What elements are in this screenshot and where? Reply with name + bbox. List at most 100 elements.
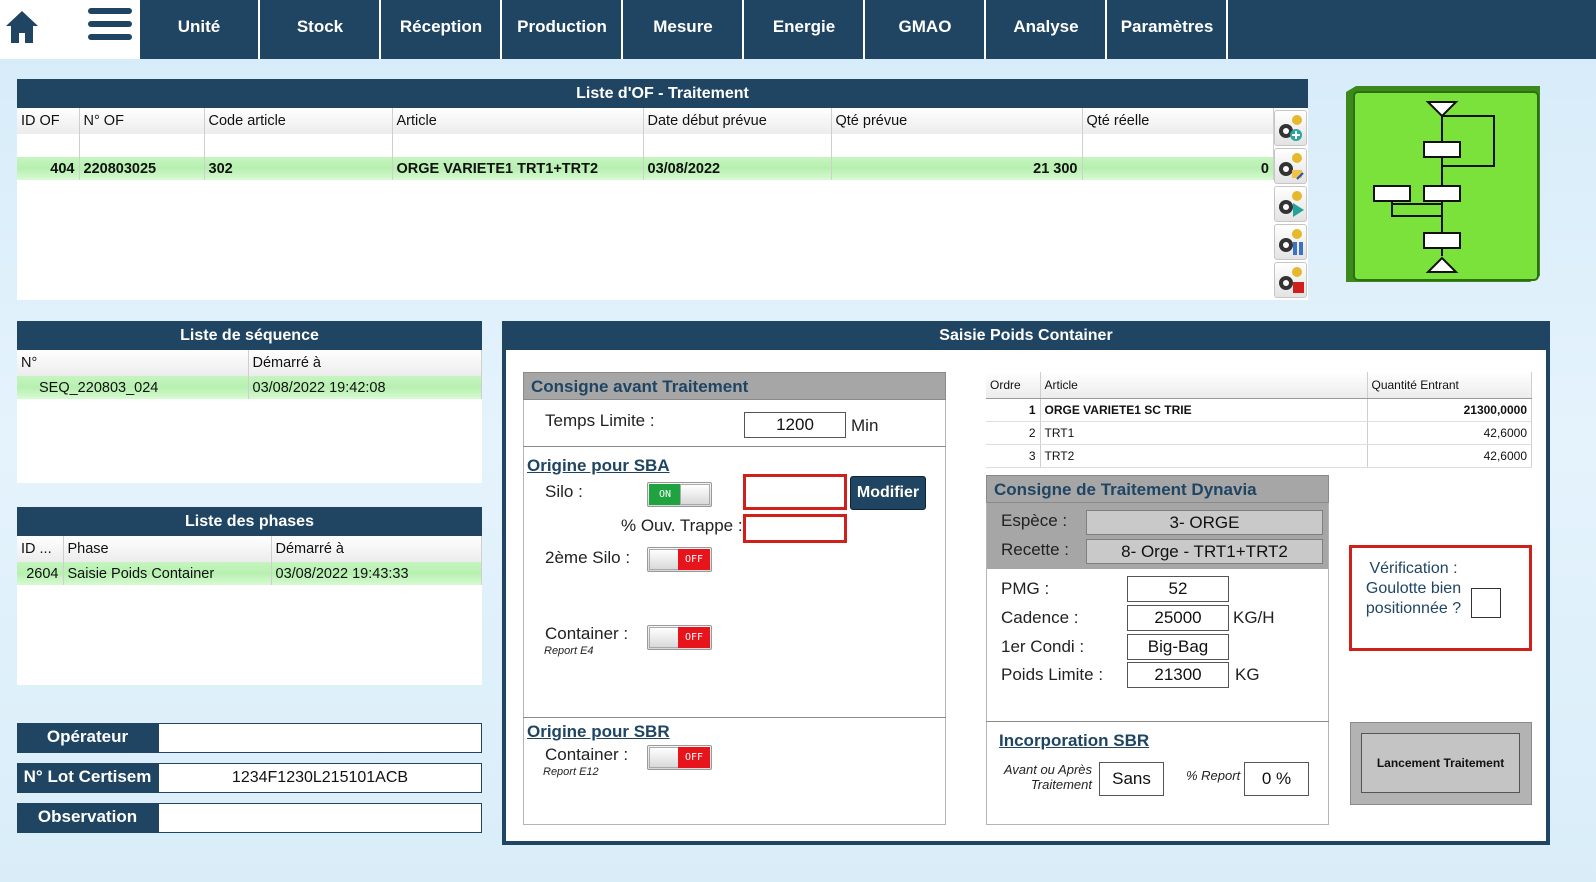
lot-field[interactable]: 1234F1230L215101ACB bbox=[158, 763, 482, 793]
cell-seq-start: 03/08/2022 19:42:08 bbox=[248, 376, 482, 399]
poids-limite-input[interactable]: 21300 bbox=[1127, 662, 1229, 688]
table-row[interactable]: 2 TRT1 42,6000 bbox=[986, 421, 1532, 445]
of-list-panel: Liste d'OF - Traitement ID OF N° OF Code… bbox=[17, 79, 1308, 300]
table-row[interactable]: 1 ORGE VARIETE1 SC TRIE 21300,0000 bbox=[986, 398, 1532, 422]
col-date-debut[interactable]: Date début prévue bbox=[643, 108, 832, 134]
container-sba-toggle-state: OFF bbox=[678, 627, 710, 648]
gear-play-icon[interactable] bbox=[1274, 186, 1307, 222]
col-num-of[interactable]: N° OF bbox=[79, 108, 205, 134]
col-qte-prevue[interactable]: Qté prévue bbox=[831, 108, 1083, 134]
avant-apres-label: Avant ou Après Traitement bbox=[990, 762, 1092, 792]
saisie-title: Saisie Poids Container bbox=[502, 321, 1550, 350]
silo2-label: 2ème Silo : bbox=[545, 548, 631, 567]
col-phase-start[interactable]: Démarré à bbox=[271, 536, 482, 562]
poids-limite-unit: KG bbox=[1235, 665, 1260, 684]
col-ordre[interactable]: Ordre bbox=[986, 372, 1041, 399]
silo-label: Silo : bbox=[545, 482, 583, 501]
cell-qte-entrant: 42,6000 bbox=[1367, 444, 1532, 468]
col-phase-id[interactable]: ID ... bbox=[17, 536, 64, 562]
launch-treatment-button[interactable]: Lancement Traitement bbox=[1361, 733, 1520, 793]
cell-ordre: 1 bbox=[986, 398, 1041, 422]
dynavia-title: Consigne de Traitement Dynavia bbox=[986, 475, 1329, 503]
gear-add-icon[interactable] bbox=[1274, 110, 1307, 146]
verification-label-line2: Goulotte bien bbox=[1365, 580, 1462, 597]
menu-stock[interactable]: Stock bbox=[261, 0, 381, 59]
cell-id: 404 bbox=[17, 157, 80, 180]
consigne-avant-title: Consigne avant Traitement bbox=[523, 372, 946, 400]
origine-sbr-title: Origine pour SBR bbox=[527, 722, 670, 741]
trappe-input[interactable] bbox=[743, 514, 847, 543]
verification-checkbox[interactable] bbox=[1471, 588, 1501, 618]
verification-label-line1: Vérification : bbox=[1369, 560, 1458, 577]
col-seq-num[interactable]: N° bbox=[17, 350, 249, 376]
container-sba-toggle[interactable]: OFF bbox=[647, 625, 712, 650]
gear-stop-icon[interactable] bbox=[1274, 262, 1307, 298]
espece-field[interactable]: 3- ORGE bbox=[1086, 510, 1323, 535]
sequence-table: N° Démarré à SEQ_220803_024 03/08/2022 1… bbox=[17, 350, 482, 399]
temps-limite-label: Temps Limite : bbox=[545, 411, 655, 430]
col-phase-name[interactable]: Phase bbox=[63, 536, 272, 562]
flowchart-icon[interactable] bbox=[1342, 86, 1542, 286]
menu-production[interactable]: Production bbox=[503, 0, 623, 59]
silo2-toggle[interactable]: OFF bbox=[647, 547, 712, 572]
col-code-article[interactable]: Code article bbox=[204, 108, 393, 134]
cadence-input[interactable]: 25000 bbox=[1127, 605, 1229, 631]
container-sba-label: Container : bbox=[545, 624, 629, 643]
condi-input[interactable]: Big-Bag bbox=[1127, 634, 1229, 660]
operateur-field[interactable] bbox=[158, 723, 482, 753]
menu-energie[interactable]: Energie bbox=[745, 0, 865, 59]
hamburger-menu-icon[interactable] bbox=[88, 8, 132, 48]
temps-limite-unit: Min bbox=[851, 416, 879, 435]
menu-parametres[interactable]: Paramètres bbox=[1108, 0, 1228, 59]
col-qte-reelle[interactable]: Qté réelle bbox=[1082, 108, 1274, 134]
table-row[interactable]: 2604 Saisie Poids Container 03/08/2022 1… bbox=[17, 562, 482, 585]
table-row[interactable]: 404 220803025 302 ORGE VARIETE1 TRT1+TRT… bbox=[17, 157, 1274, 180]
container-sbr-note: Report E12 bbox=[543, 766, 599, 778]
home-icon[interactable] bbox=[0, 0, 43, 54]
gear-edit-icon[interactable] bbox=[1274, 148, 1307, 184]
pmg-input[interactable]: 52 bbox=[1127, 576, 1229, 602]
cell-phase-name: Saisie Poids Container bbox=[63, 562, 272, 585]
col-ordre-article[interactable]: Article bbox=[1040, 372, 1368, 399]
of-table: ID OF N° OF Code article Article Date dé… bbox=[17, 108, 1274, 180]
menu-reception[interactable]: Réception bbox=[382, 0, 502, 59]
col-seq-start[interactable]: Démarré à bbox=[248, 350, 482, 376]
toggle-knob bbox=[649, 627, 679, 648]
verification-label-line3: positionnée ? bbox=[1365, 600, 1462, 617]
ordre-table: Ordre Article Quantité Entrant 1 ORGE VA… bbox=[986, 372, 1532, 468]
col-qte-entrant[interactable]: Quantité Entrant bbox=[1367, 372, 1532, 399]
verification-label: Vérification : Goulotte bien positionnée… bbox=[1355, 559, 1472, 619]
lot-label: N° Lot Certisem bbox=[17, 763, 158, 793]
of-list-title: Liste d'OF - Traitement bbox=[17, 79, 1308, 108]
container-sbr-label: Container : bbox=[545, 745, 629, 764]
cell-ordre-article: TRT1 bbox=[1040, 421, 1368, 445]
menu-gmao[interactable]: GMAO bbox=[866, 0, 986, 59]
divider bbox=[523, 717, 946, 718]
cell-qte-entrant: 42,6000 bbox=[1367, 421, 1532, 445]
menu-mesure[interactable]: Mesure bbox=[624, 0, 744, 59]
col-id-of[interactable]: ID OF bbox=[17, 108, 80, 134]
incorporation-title: Incorporation SBR bbox=[999, 731, 1150, 750]
cell-seq-num: SEQ_220803_024 bbox=[17, 376, 249, 399]
cell-ordre-article: ORGE VARIETE1 SC TRIE bbox=[1040, 398, 1368, 422]
sequence-panel: Liste de séquence N° Démarré à SEQ_22080… bbox=[17, 321, 482, 483]
menu-analyse[interactable]: Analyse bbox=[987, 0, 1107, 59]
modifier-button[interactable]: Modifier bbox=[850, 476, 926, 510]
avant-apres-input[interactable]: Sans bbox=[1099, 762, 1164, 796]
col-article[interactable]: Article bbox=[392, 108, 644, 134]
container-sbr-toggle[interactable]: OFF bbox=[647, 745, 712, 770]
menu-unite[interactable]: Unité bbox=[140, 0, 260, 59]
silo-input[interactable] bbox=[743, 474, 847, 510]
recette-field[interactable]: 8- Orge - TRT1+TRT2 bbox=[1086, 539, 1323, 564]
table-row[interactable]: 3 TRT2 42,6000 bbox=[986, 444, 1532, 468]
cell-qte-prevue: 21 300 bbox=[831, 157, 1083, 180]
observation-field[interactable] bbox=[158, 803, 482, 833]
temps-limite-input[interactable]: 1200 bbox=[744, 412, 846, 438]
report-input[interactable]: 0 % bbox=[1244, 762, 1309, 796]
container-sba-note: Report E4 bbox=[544, 645, 594, 657]
silo-toggle[interactable]: ON bbox=[647, 482, 712, 507]
table-row[interactable]: SEQ_220803_024 03/08/2022 19:42:08 bbox=[17, 376, 482, 399]
cell-ordre: 2 bbox=[986, 421, 1041, 445]
gear-pause-icon[interactable] bbox=[1274, 224, 1307, 260]
toggle-knob bbox=[680, 484, 710, 505]
